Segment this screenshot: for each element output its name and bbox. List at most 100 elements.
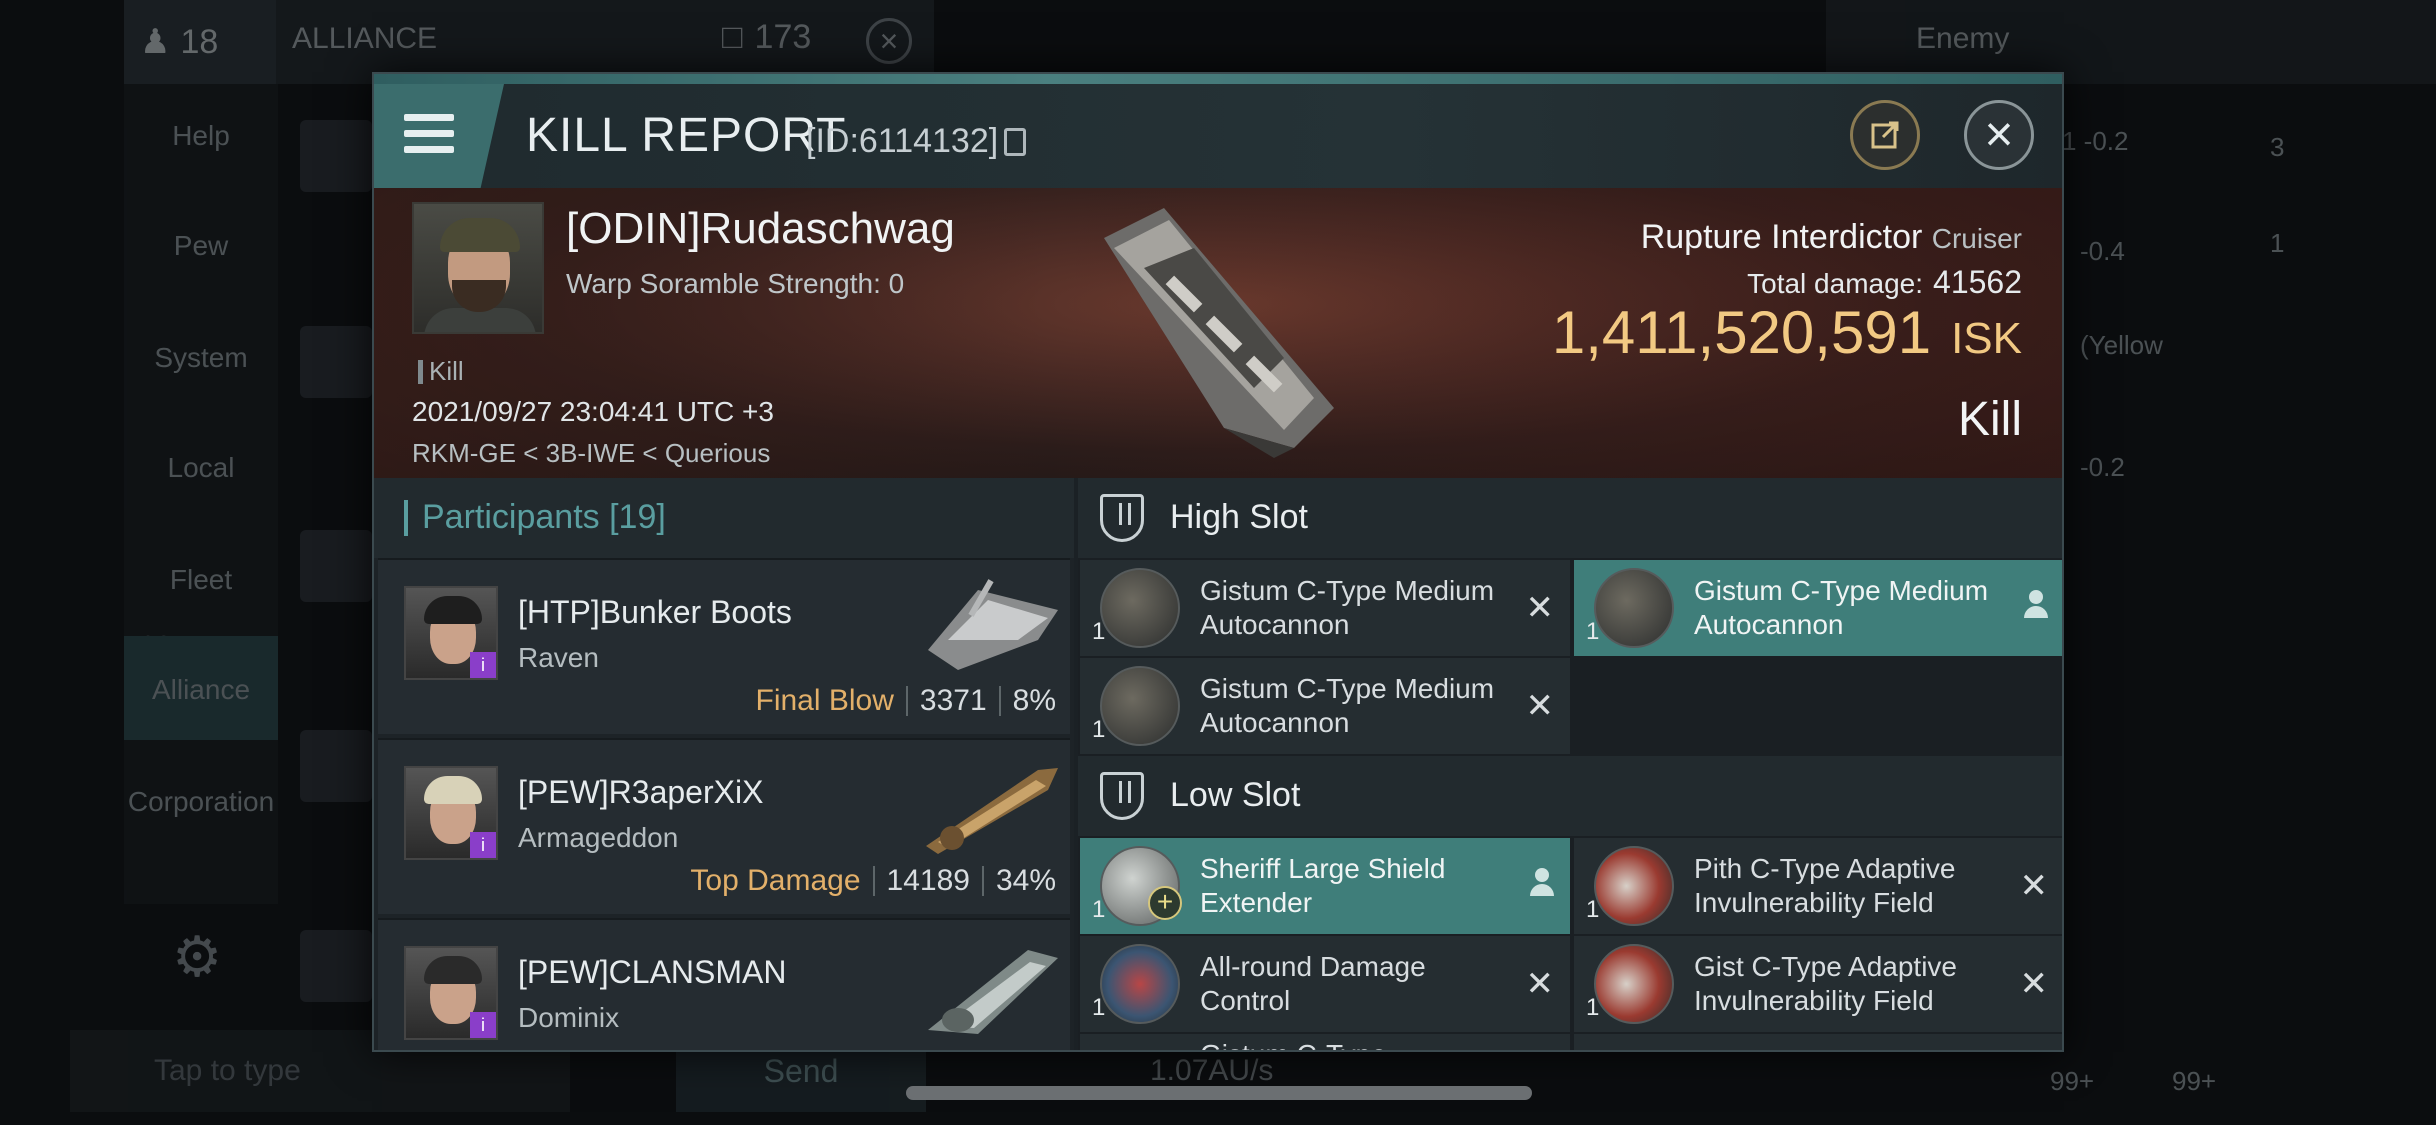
- menu-icon: [404, 114, 454, 162]
- info-badge-icon[interactable]: i: [470, 1012, 496, 1038]
- participant-name: [PEW]R3aperXiX: [518, 774, 764, 810]
- module-item[interactable]: [1574, 1034, 2062, 1050]
- sidebar-item-corporation[interactable]: Corporation: [124, 786, 278, 818]
- kill-report-modal: KILL REPORT [ID:6114132] × [ODIN]Rudasch…: [372, 72, 2064, 1052]
- overview-value: 1 -0.2: [2062, 126, 2129, 156]
- kill-id: [ID:6114132]: [806, 122, 999, 160]
- isk-unit: ISK: [1951, 314, 2022, 363]
- overview-value: -0.2: [2080, 452, 2125, 482]
- module-item[interactable]: 1 Gistum C-Type Medium Autocannon ✕: [1080, 658, 1570, 754]
- overview-count: 1: [2270, 228, 2285, 258]
- victim-ship-image[interactable]: [1074, 198, 1374, 468]
- home-indicator[interactable]: [906, 1086, 1532, 1100]
- destroyed-x-icon: ✕: [1525, 687, 1555, 725]
- victim-ship-name: Rupture Interdictor: [1640, 218, 1923, 256]
- invulnerability-field-icon: [1594, 944, 1674, 1024]
- damage-control-icon: [1100, 944, 1180, 1024]
- module-item[interactable]: 1 All-round Damage Control ✕: [1080, 936, 1570, 1032]
- info-badge-icon[interactable]: i: [470, 652, 496, 678]
- low-slot-title: Low Slot: [1170, 776, 1301, 814]
- participant-damage: 14189: [886, 864, 970, 897]
- top-damage-tag: Top Damage: [690, 864, 861, 897]
- victim-ship-class: Cruiser: [1931, 223, 2022, 254]
- final-blow-tag: Final Blow: [755, 684, 894, 717]
- destroyed-x-icon: ✕: [2019, 867, 2049, 905]
- participant-row[interactable]: i [PEW]CLANSMAN Dominix: [378, 918, 1070, 1050]
- kill-tag-label: Kill: [429, 356, 464, 386]
- module-quantity: 1: [1586, 618, 1600, 645]
- module-quantity: 1: [1092, 618, 1106, 645]
- autocannon-icon: [1100, 568, 1180, 648]
- module-item[interactable]: 1 Gistum C-Type Medium Autocannon: [1574, 560, 2062, 656]
- chat-avatar: [300, 326, 372, 398]
- overview-value: (Yellow: [2080, 330, 2163, 360]
- autocannon-icon: [1100, 666, 1180, 746]
- destroyed-x-icon: ✕: [1525, 965, 1555, 1003]
- fitting-panel: High Slot 1 Gistum C-Type Medium Autocan…: [1078, 478, 2062, 1050]
- overview-count: 3: [2270, 132, 2285, 162]
- participants-title: Participants [19]: [422, 498, 666, 537]
- channel-label: ALLIANCE: [292, 22, 438, 55]
- sidebar-item-local[interactable]: Local: [124, 452, 278, 484]
- victim-name[interactable]: [ODIN]Rudaschwag: [566, 204, 955, 254]
- copy-icon[interactable]: [1004, 128, 1026, 156]
- module-item[interactable]: 1 Pith C-Type Adaptive Invulnerability F…: [1574, 838, 2062, 934]
- plus-icon: +: [1148, 886, 1182, 920]
- close-button[interactable]: ×: [1964, 100, 2034, 170]
- overview-value: -0.4: [2080, 236, 2125, 266]
- victim-portrait[interactable]: [412, 202, 544, 334]
- participant-ship: Dominix: [518, 1002, 620, 1033]
- participant-ship-image: [928, 579, 1058, 670]
- participant-ship: Raven: [518, 642, 599, 673]
- invulnerability-field-icon: [1594, 846, 1674, 926]
- member-count[interactable]: ♟ 18: [124, 0, 276, 84]
- participant-stats: Final Blow 3371 8%: [756, 684, 1057, 718]
- menu-button[interactable]: [374, 84, 504, 188]
- close-icon: ×: [1984, 106, 2014, 162]
- participant-percent: 34%: [995, 864, 1056, 897]
- chat-avatar: [300, 530, 372, 602]
- dropped-person-icon: [1530, 868, 1554, 898]
- participant-row[interactable]: i [HTP]Bunker Boots Raven Final Blow 337…: [378, 558, 1070, 734]
- sidebar-item-fleet[interactable]: Fleet: [124, 564, 278, 596]
- page-title: KILL REPORT: [526, 109, 847, 162]
- share-icon: [1871, 121, 1899, 149]
- total-damage-value: 41562: [1933, 264, 2022, 300]
- autocannon-icon: [1594, 568, 1674, 648]
- module-name: Gistum C-Type Medium Autocannon: [1200, 673, 1495, 738]
- chat-close-icon[interactable]: ×: [866, 18, 912, 64]
- module-name: All-round Damage Control: [1200, 951, 1426, 1016]
- modal-header: KILL REPORT [ID:6114132] ×: [374, 84, 2062, 188]
- kill-tag: Kill: [418, 356, 464, 387]
- participant-row[interactable]: i [PEW]R3aperXiX Armageddon Top Damage 1…: [378, 738, 1070, 914]
- isk-value: 1,411,520,591 ISK: [1552, 298, 2022, 367]
- participant-percent: 8%: [1012, 684, 1056, 717]
- chat-avatar: [300, 930, 372, 1002]
- message-icon: □: [722, 18, 743, 56]
- module-name: Gist C-Type Adaptive Invulnerability Fie…: [1694, 951, 1958, 1016]
- module-item[interactable]: + 1 Sheriff Large Shield Extender: [1080, 838, 1570, 934]
- module-name: Gistum C-Type Medium Autocannon: [1694, 575, 1989, 640]
- sidebar-item-help[interactable]: Help: [124, 120, 278, 152]
- module-name: Sheriff Large Shield Extender: [1200, 853, 1446, 918]
- module-name: Pith C-Type Adaptive Invulnerability Fie…: [1694, 853, 1956, 918]
- sidebar-item-alliance[interactable]: Alliance: [124, 636, 278, 740]
- participant-ship-image: [926, 768, 1058, 854]
- module-item[interactable]: 1 Gist C-Type Adaptive Invulnerability F…: [1574, 936, 2062, 1032]
- message-count: □ 173: [722, 18, 811, 57]
- module-count: 99+: [2172, 1066, 2217, 1096]
- sidebar-item-system[interactable]: System: [124, 342, 278, 374]
- module-count: 99+: [2050, 1066, 2095, 1096]
- share-button[interactable]: [1850, 100, 1920, 170]
- enemy-filter-dropdown[interactable]: Enemy: [1916, 22, 2009, 56]
- info-badge-icon[interactable]: i: [470, 832, 496, 858]
- module-item[interactable]: 1 Gistum C-Type Medium Autocannon ✕: [1080, 560, 1570, 656]
- module-item[interactable]: Gistum C-Type: [1080, 1034, 1570, 1050]
- participants-title-label: Participants: [422, 498, 600, 536]
- sidebar-item-pew[interactable]: Pew: [124, 230, 278, 262]
- gear-icon[interactable]: ⚙: [172, 924, 222, 990]
- isk-amount: 1,411,520,591: [1551, 299, 1932, 366]
- participant-ship-image: [928, 950, 1058, 1034]
- module-quantity: 1: [1092, 994, 1106, 1021]
- participants-header-bar: [404, 500, 408, 536]
